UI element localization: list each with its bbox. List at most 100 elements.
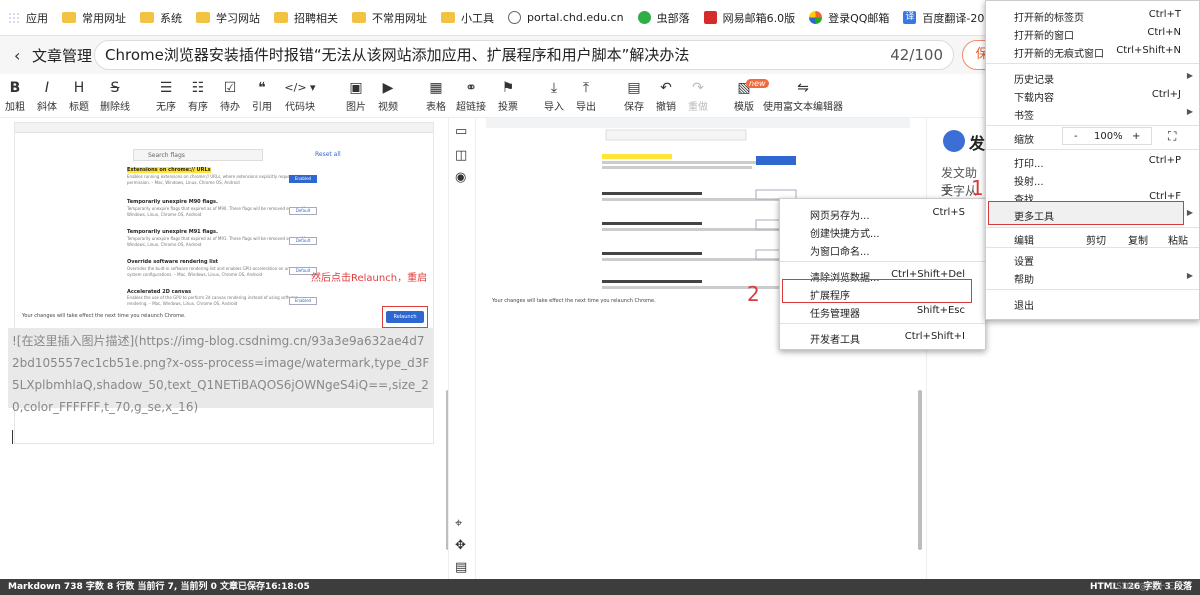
code-block-button[interactable]: </> ▾ 代码块	[282, 78, 318, 113]
bold-button[interactable]: B 加粗	[4, 78, 26, 113]
italic-button[interactable]: I 斜体	[34, 78, 60, 113]
article-title-input[interactable]: Chrome浏览器安装插件时报错“无法从该网站添加应用、扩展程序和用户脚本”解决…	[94, 40, 954, 70]
menu-cut[interactable]: 剪切	[1086, 232, 1106, 247]
back-arrow-icon[interactable]: ‹	[14, 46, 30, 65]
screenshot-relaunch-button: Relaunch	[386, 311, 424, 323]
menu-name-window[interactable]: 为窗口命名...	[810, 243, 870, 258]
heading-button[interactable]: H 标题	[66, 78, 92, 113]
export-icon: ⤒	[582, 80, 590, 96]
bookmark-folder-jobs[interactable]: 招聘相关	[274, 10, 338, 26]
bookmark-folder-common[interactable]: 常用网址	[62, 10, 126, 26]
bookmark-folder-system[interactable]: 系统	[140, 10, 182, 26]
menu-settings[interactable]: 设置	[1014, 253, 1034, 268]
menu-separator	[986, 227, 1199, 228]
folder-icon	[140, 12, 154, 23]
code-icon: </> ▾	[284, 81, 316, 94]
rich-text-editor-button[interactable]: ⇋ 使用富文本编辑器	[762, 78, 844, 113]
menu-copy[interactable]: 复制	[1128, 232, 1148, 247]
title-char-count: 42/100	[890, 46, 943, 64]
menu-exit[interactable]: 退出	[1014, 297, 1034, 312]
menu-zoom: 缩放	[1014, 135, 1034, 146]
zoom-level: 100%	[1094, 131, 1123, 142]
zoom-in-button[interactable]: +	[1132, 131, 1140, 142]
import-button[interactable]: ⤓ 导入	[540, 78, 568, 113]
bookmark-folder-study[interactable]: 学习网站	[196, 10, 260, 26]
menu-separator	[780, 323, 985, 324]
submenu-arrow-icon: ▶	[1186, 208, 1193, 217]
vote-button[interactable]: ⚑ 投票	[494, 78, 522, 113]
bookmark-folder-tools[interactable]: 小工具	[441, 10, 494, 26]
image-button[interactable]: ▣ 图片	[342, 78, 370, 113]
menu-more-tools[interactable]: 更多工具	[1014, 208, 1054, 223]
menu-cast[interactable]: 投射...	[1014, 173, 1044, 188]
hyperlink-button[interactable]: ⚭ 超链接	[454, 78, 488, 113]
save-button[interactable]: ▤ 保存	[620, 78, 648, 113]
flag-desc: Temporarily unexpire flags that expired …	[127, 236, 311, 247]
folder-icon	[62, 12, 76, 23]
todo-button[interactable]: ☑ 待办	[216, 78, 244, 113]
fullscreen-icon[interactable]: ⛶	[1168, 129, 1176, 144]
article-title-text: Chrome浏览器安装插件时报错“无法从该网站添加应用、扩展程序和用户脚本”解决…	[105, 46, 690, 64]
bookmark-portal[interactable]: portal.chd.edu.cn	[508, 11, 624, 24]
strikethrough-icon: S	[110, 80, 120, 96]
menu-help[interactable]: 帮助	[1014, 271, 1034, 286]
zoom-out-button[interactable]: -	[1074, 131, 1078, 142]
menu-save-page[interactable]: 网页另存为...	[810, 207, 870, 222]
markdown-editor[interactable]: Search flags Reset all Extensions on chr…	[0, 118, 448, 579]
translate-icon: 译	[903, 11, 917, 24]
export-button[interactable]: ⤒ 导出	[572, 78, 600, 113]
menu-dev-tools[interactable]: 开发者工具	[810, 331, 860, 346]
menu-downloads[interactable]: 下载内容	[1014, 89, 1054, 104]
netease-icon	[703, 11, 717, 24]
menu-task-manager[interactable]: 任务管理器	[810, 305, 860, 320]
bookmark-folder-rare[interactable]: 不常用网址	[352, 10, 427, 26]
article-manage-link[interactable]: 文章管理	[32, 45, 92, 66]
menu-create-shortcut[interactable]: 创建快捷方式...	[810, 225, 880, 240]
menu-new-window[interactable]: 打开新的窗口	[1014, 27, 1074, 42]
sync-scroll-icon[interactable]: ✥	[455, 538, 466, 553]
italic-icon: I	[44, 80, 50, 96]
menu-print[interactable]: 打印...	[1014, 155, 1044, 170]
flag-desc: Overrides the built-in software renderin…	[127, 266, 311, 277]
more-tools-submenu: 网页另存为... Ctrl+S 创建快捷方式... 为窗口命名... 清除浏览数…	[779, 198, 986, 350]
bookmark-chongbuluo[interactable]: 虫部落	[637, 10, 690, 26]
pane-divider: ▭ ◫ ◉ ⌖ ✥ ▤	[448, 118, 476, 579]
menu-new-tab[interactable]: 打开新的标签页	[1014, 9, 1084, 24]
video-button[interactable]: ▶ 视频	[374, 78, 402, 113]
redo-button[interactable]: ↷ 重做	[684, 78, 712, 113]
menu-paste[interactable]: 粘贴	[1168, 232, 1188, 247]
image-icon: ▣	[349, 80, 363, 96]
locate-icon[interactable]: ⌖	[455, 516, 462, 531]
preview-eye-icon[interactable]: ◉	[455, 170, 466, 185]
markdown-stats: Markdown 738 字数 8 行数 当前行 7, 当前列 0 文章已保存1…	[8, 582, 310, 592]
layout-icon[interactable]: ▤	[455, 560, 467, 575]
menu-extensions[interactable]: 扩展程序	[810, 287, 850, 302]
ordered-list-icon: ☷	[191, 80, 205, 96]
bookmark-qqmail[interactable]: 登录QQ邮箱	[809, 10, 889, 26]
bookmark-apps[interactable]: 应用	[8, 10, 48, 26]
menu-history[interactable]: 历史记录	[1014, 71, 1054, 86]
preview-scrollbar[interactable]	[918, 390, 922, 550]
ordered-list-button[interactable]: ☷ 有序	[184, 78, 212, 113]
toc-toggle-icon[interactable]: ▭	[455, 124, 467, 139]
quote-button[interactable]: ❝ 引用	[248, 78, 276, 113]
flag-select: Enabled	[289, 297, 317, 305]
bookmark-netease[interactable]: 网易邮箱6.0版	[703, 10, 795, 26]
undo-button[interactable]: ↶ 撤销	[652, 78, 680, 113]
menu-separator	[986, 149, 1199, 150]
image-markdown-text[interactable]: ![在这里插入图片描述](https://img-blog.csdnimg.cn…	[8, 328, 434, 414]
menu-bookmarks[interactable]: 书签	[1014, 107, 1034, 122]
strikethrough-button[interactable]: S 删除线	[98, 78, 132, 113]
menu-incognito[interactable]: 打开新的无痕式窗口	[1014, 45, 1104, 60]
screenshot-browser-bar	[15, 123, 433, 133]
save-icon: ▤	[627, 80, 641, 96]
preview-relaunch-note: Your changes will take effect the next t…	[492, 298, 656, 304]
flag-select: Enabled	[289, 175, 317, 183]
unordered-list-button[interactable]: ☰ 无序	[152, 78, 180, 113]
apps-grid-icon	[8, 11, 20, 24]
menu-separator	[986, 63, 1199, 64]
heading-icon: H	[73, 80, 85, 96]
table-button[interactable]: ▦ 表格	[422, 78, 450, 113]
status-bar: Markdown 738 字数 8 行数 当前行 7, 当前列 0 文章已保存1…	[0, 579, 1200, 595]
split-view-icon[interactable]: ◫	[455, 148, 467, 163]
